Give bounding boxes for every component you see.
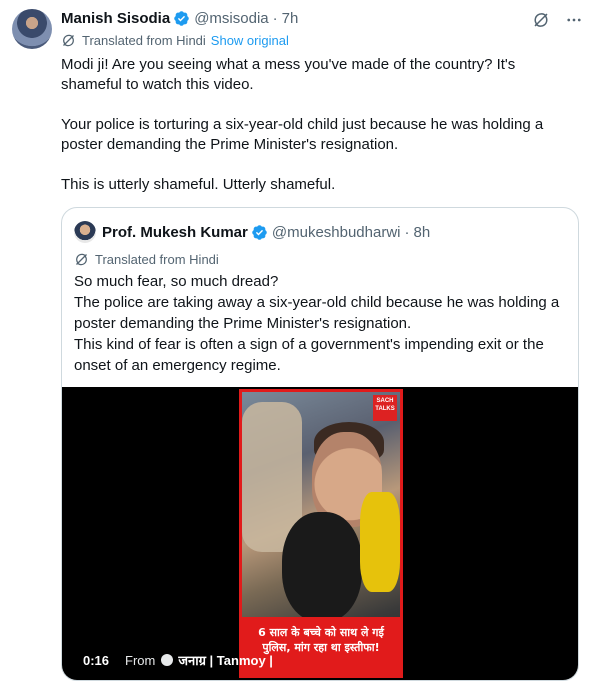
grok-icon[interactable] <box>531 10 550 29</box>
translate-icon <box>63 34 74 47</box>
video-thumbnail: SACH TALKS 6 साल के बच्चे को साथ ले गई प… <box>239 389 403 678</box>
avatar[interactable] <box>12 9 52 49</box>
video-from-label: From <box>125 652 156 668</box>
quote-header: Prof. Mukesh Kumar @mukeshbudharwi · 8h <box>74 221 430 243</box>
tweet-header: Manish Sisodia @msisodia · 7h <box>61 8 298 28</box>
more-options-icon[interactable] <box>564 10 583 29</box>
quote-author-name: Prof. Mukesh Kumar <box>102 223 248 241</box>
translate-icon <box>76 253 87 266</box>
quote-avatar <box>74 221 96 243</box>
video-source[interactable]: जनाग्र | Tanmoy | <box>178 651 273 669</box>
quote-translated-label: Translated from Hindi <box>95 252 219 267</box>
author-name[interactable]: Manish Sisodia <box>61 10 170 27</box>
quote-timestamp: 8h <box>413 223 431 241</box>
tweet-paragraph: Your police is torturing a six-year-old … <box>61 116 544 153</box>
separator-dot: · <box>272 9 278 27</box>
quoted-tweet[interactable]: Prof. Mukesh Kumar @mukeshbudharwi · 8h … <box>61 207 579 681</box>
thumb-microphone-yellow <box>360 492 400 592</box>
show-original-link[interactable]: Show original <box>211 33 289 48</box>
verified-badge-icon <box>252 224 267 240</box>
quote-author-handle: @mukeshbudharwi <box>271 223 401 241</box>
tweet-text: Modi ji! Are you seeing what a mess you'… <box>61 55 571 215</box>
video-player[interactable]: SACH TALKS 6 साल के बच्चे को साथ ले गई प… <box>62 387 578 680</box>
video-meta: 0:16 From जनाग्र | Tanmoy | <box>83 651 273 669</box>
tweet-paragraph: This is utterly shameful. Utterly shamef… <box>61 176 336 193</box>
quote-line: So much fear, so much dread? <box>74 273 279 290</box>
translated-label: Translated from Hindi <box>82 33 206 48</box>
separator-dot: · <box>404 223 410 241</box>
thumb-microphone <box>282 512 362 622</box>
timestamp[interactable]: 7h <box>282 10 299 27</box>
thumb-channel-logo: SACH TALKS <box>373 395 397 421</box>
tweet-actions-top <box>531 10 583 29</box>
quote-translation-notice: Translated from Hindi <box>74 252 219 267</box>
tweet-paragraph: Modi ji! Are you seeing what a mess you'… <box>61 56 516 93</box>
source-avatar-icon <box>161 654 174 666</box>
quote-line: This kind of fear is often a sign of a g… <box>74 336 544 374</box>
verified-badge-icon <box>174 10 189 26</box>
quote-line: The police are taking away a six-year-ol… <box>74 294 560 332</box>
translation-notice: Translated from Hindi Show original <box>61 33 289 48</box>
video-duration: 0:16 <box>83 652 110 668</box>
quote-text: So much fear, so much dread? The police … <box>74 271 570 376</box>
thumb-caption-line: 6 साल के बच्चे को साथ ले गई <box>258 626 384 639</box>
author-handle[interactable]: @msisodia <box>194 10 268 27</box>
